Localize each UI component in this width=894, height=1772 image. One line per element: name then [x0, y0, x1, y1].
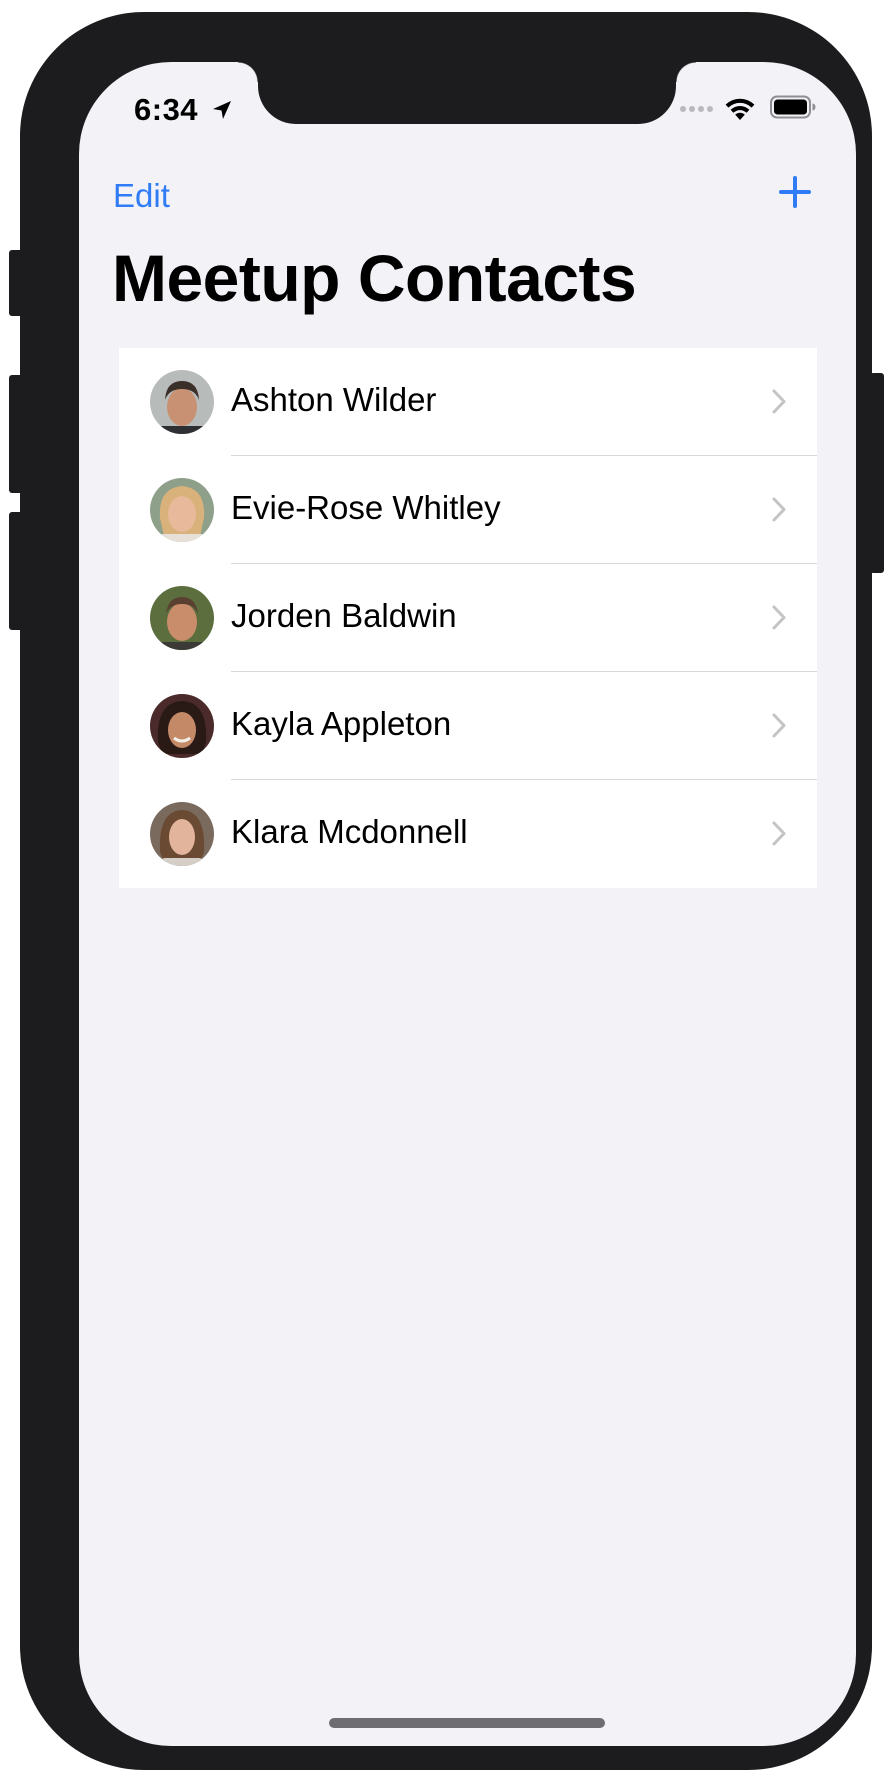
power-button [870, 373, 884, 573]
avatar [150, 694, 214, 758]
contact-name: Kayla Appleton [231, 705, 452, 742]
contact-row[interactable]: Evie-Rose Whitley [119, 456, 817, 564]
battery-icon [770, 95, 816, 119]
add-contact-button[interactable] [773, 170, 817, 214]
chevron-right-icon [772, 821, 786, 846]
contact-name: Klara Mcdonnell [231, 813, 468, 850]
chevron-right-icon [772, 713, 786, 738]
home-indicator[interactable] [329, 1718, 605, 1728]
avatar [150, 802, 214, 866]
wifi-icon [725, 98, 755, 120]
contact-row[interactable]: Jorden Baldwin [119, 564, 817, 672]
plus-icon [779, 176, 811, 208]
cellular-signal-icon [680, 106, 713, 112]
chevron-right-icon [772, 605, 786, 630]
device-frame: 6:34 Edit Meetup Contacts Ashton Wilder … [20, 12, 872, 1770]
location-arrow-icon [213, 101, 231, 119]
status-time: 6:34 [134, 92, 199, 127]
contact-name: Ashton Wilder [231, 381, 437, 418]
contact-row[interactable]: Ashton Wilder [119, 348, 817, 456]
contact-name: Jorden Baldwin [231, 597, 457, 634]
edit-button[interactable]: Edit [113, 177, 170, 215]
avatar [150, 478, 214, 542]
contact-row[interactable]: Klara Mcdonnell [119, 780, 817, 888]
avatar [150, 586, 214, 650]
chevron-right-icon [772, 497, 786, 522]
avatar [150, 370, 214, 434]
contact-row[interactable]: Kayla Appleton [119, 672, 817, 780]
screen: 6:34 Edit Meetup Contacts Ashton Wilder … [79, 62, 856, 1746]
contact-list: Ashton Wilder Evie-Rose Whitley Jorden B… [119, 348, 817, 888]
page: 6:34 Edit Meetup Contacts Ashton Wilder … [0, 0, 894, 1772]
notch [238, 62, 696, 124]
contact-name: Evie-Rose Whitley [231, 489, 501, 526]
chevron-right-icon [772, 389, 786, 414]
page-title: Meetup Contacts [112, 241, 637, 315]
